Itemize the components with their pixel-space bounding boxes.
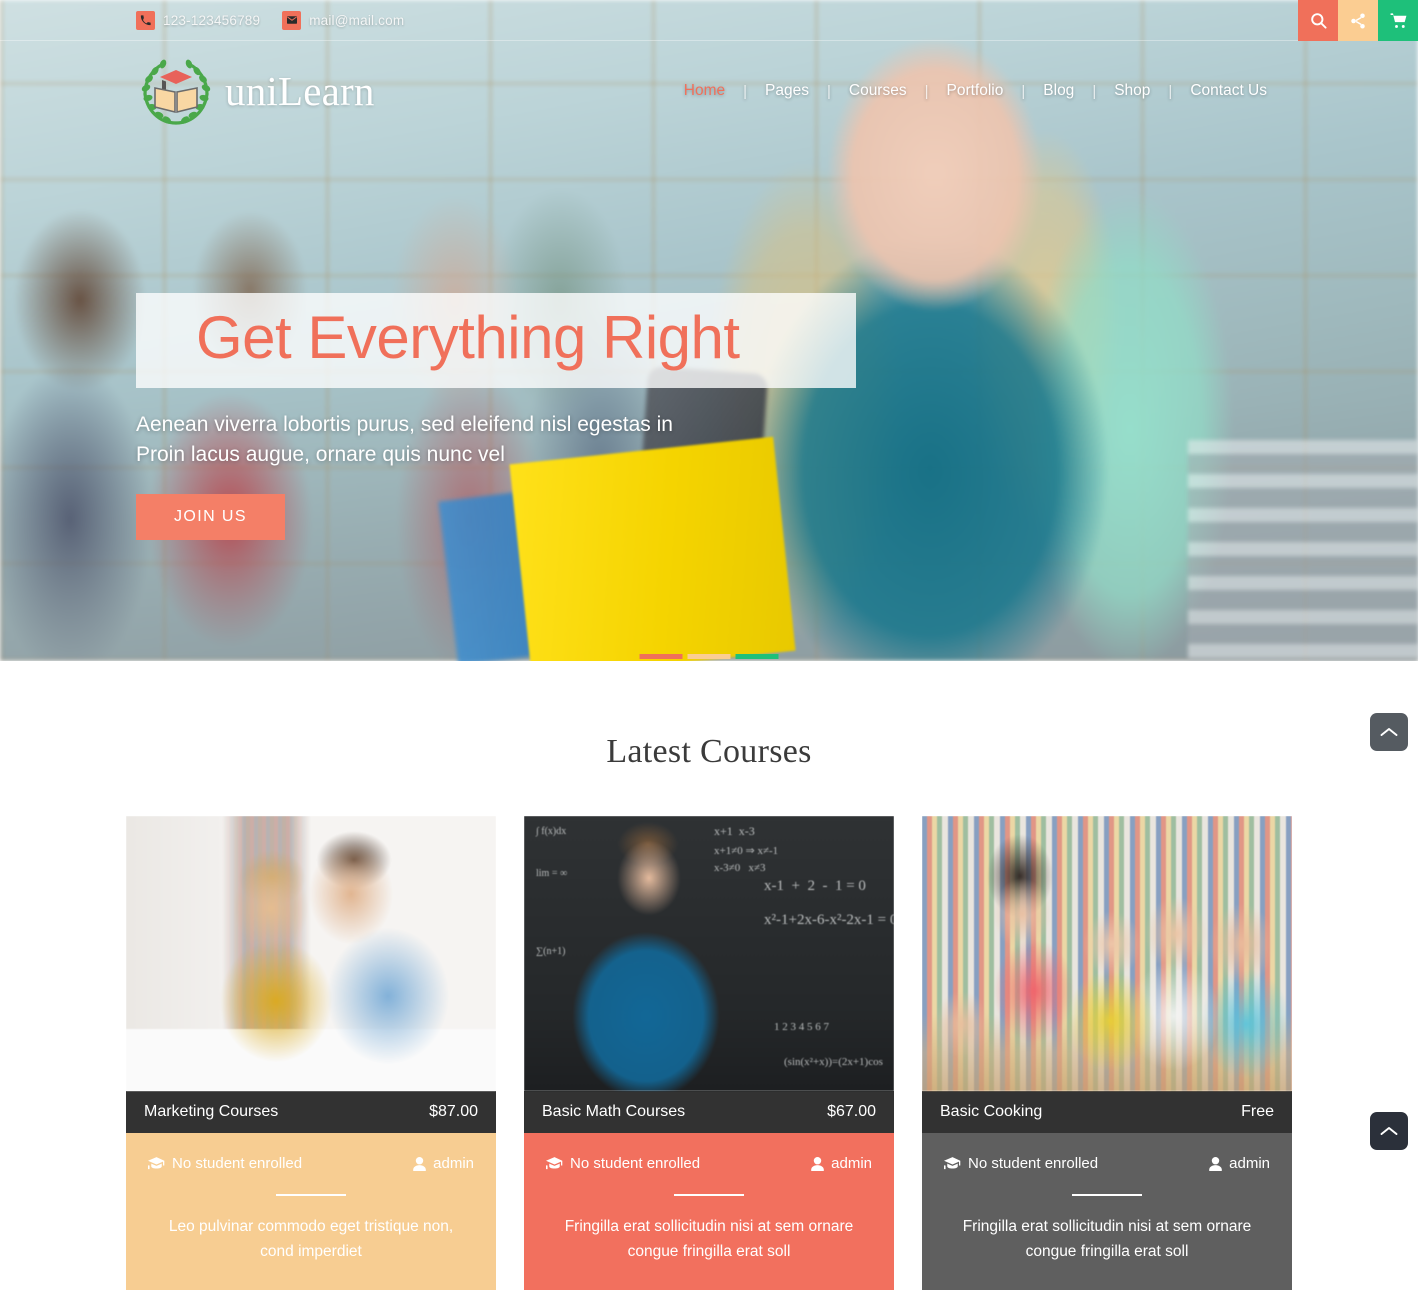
hero-title: Get Everything Right	[196, 304, 740, 371]
course-card-header: Marketing Courses $87.00	[126, 1091, 496, 1133]
user-icon	[1209, 1156, 1222, 1171]
course-card[interactable]: Basic Cooking Free No student enrolled a…	[922, 816, 1292, 1290]
hero-title-box: Get Everything Right	[136, 293, 856, 388]
graduation-cap-icon	[546, 1157, 563, 1170]
chevron-up-icon	[1380, 1127, 1398, 1135]
author-info: admin	[811, 1155, 872, 1172]
author-name: admin	[433, 1155, 474, 1172]
course-title: Basic Math Courses	[542, 1103, 686, 1120]
hero-stairs-decor	[1188, 440, 1418, 661]
cart-button[interactable]	[1378, 0, 1418, 41]
course-price: $87.00	[429, 1103, 478, 1120]
scroll-to-top-button-primary[interactable]	[1370, 713, 1408, 751]
enrolled-text: No student enrolled	[172, 1155, 303, 1172]
course-card[interactable]: Marketing Courses $87.00 No student enro…	[126, 816, 496, 1290]
email-contact[interactable]: mail@mail.com	[282, 10, 405, 30]
user-icon	[413, 1156, 426, 1171]
top-actions	[1298, 0, 1418, 41]
enrolled-info: No student enrolled	[148, 1155, 302, 1172]
phone-icon	[136, 10, 155, 30]
basic-cooking-course-image	[922, 816, 1292, 1091]
divider	[276, 1194, 346, 1196]
phone-contact[interactable]: 123-123456789	[136, 10, 261, 30]
course-card-body: No student enrolled admin Fringilla erat…	[524, 1133, 894, 1290]
hero-caption: Get Everything Right Aenean viverra lobo…	[136, 293, 866, 541]
enrolled-info: No student enrolled	[546, 1155, 700, 1172]
search-icon	[1310, 13, 1327, 29]
graduation-cap-icon	[148, 1157, 165, 1170]
main-navigation-bar: uniLearn Home | Pages | Courses | Portfo…	[0, 41, 1418, 141]
course-card[interactable]: x+1 x-3 x+1≠0 ⇒ x≠-1 x-3≠0 x≠3 x-1 + 2 -…	[524, 816, 894, 1290]
phone-number: 123-123456789	[163, 12, 261, 28]
nav-item-shop[interactable]: Shop	[1096, 82, 1168, 100]
course-description: Leo pulvinar commodo eget tristique non,…	[168, 1218, 454, 1261]
section-title: Latest Courses	[606, 733, 812, 770]
nav-item-pages[interactable]: Pages	[747, 82, 827, 100]
hero-subtitle: Aenean viverra lobortis purus, sed eleif…	[136, 412, 673, 466]
email-address: mail@mail.com	[309, 12, 405, 28]
course-meta: No student enrolled admin	[940, 1155, 1274, 1172]
course-meta: No student enrolled admin	[144, 1155, 478, 1172]
course-card-list: Marketing Courses $87.00 No student enro…	[126, 816, 1292, 1290]
slider-pagination	[639, 654, 779, 659]
graduation-cap-icon	[944, 1157, 961, 1170]
course-title: Basic Cooking	[940, 1103, 1043, 1120]
divider	[1072, 1194, 1142, 1196]
scroll-to-top-button-secondary[interactable]	[1370, 1112, 1408, 1150]
enrolled-text: No student enrolled	[570, 1155, 701, 1172]
course-price: Free	[1241, 1103, 1274, 1120]
nav-menu: Home | Pages | Courses | Portfolio | Blo…	[666, 82, 1285, 100]
marketing-course-image	[126, 816, 496, 1091]
nav-item-blog[interactable]: Blog	[1025, 82, 1092, 100]
course-card-header: Basic Math Courses $67.00	[524, 1091, 894, 1133]
divider	[674, 1194, 744, 1196]
enrolled-text: No student enrolled	[968, 1155, 1099, 1172]
search-button[interactable]	[1298, 0, 1338, 41]
author-info: admin	[413, 1155, 474, 1172]
course-card-header: Basic Cooking Free	[922, 1091, 1292, 1133]
slider-dot-1[interactable]	[639, 654, 683, 659]
latest-courses-section: Latest Courses Marketing Courses $87.00	[0, 661, 1418, 1290]
nav-item-home[interactable]: Home	[666, 82, 743, 100]
chevron-up-icon	[1380, 728, 1398, 736]
author-name: admin	[1229, 1155, 1270, 1172]
brand-name: uniLearn	[225, 68, 375, 114]
course-card-body: No student enrolled admin Fringilla erat…	[922, 1133, 1292, 1290]
nav-item-contact-us[interactable]: Contact Us	[1172, 82, 1285, 100]
course-description: Fringilla erat sollicitudin nisi at sem …	[962, 1218, 1252, 1261]
share-icon	[1351, 13, 1365, 28]
laurel-book-logo-icon	[133, 50, 219, 133]
author-info: admin	[1209, 1155, 1270, 1172]
course-meta: No student enrolled admin	[542, 1155, 876, 1172]
nav-item-portfolio[interactable]: Portfolio	[929, 82, 1022, 100]
user-icon	[811, 1156, 824, 1171]
envelope-icon	[282, 10, 302, 30]
join-us-button[interactable]: JOIN US	[136, 494, 285, 541]
nav-item-courses[interactable]: Courses	[831, 82, 925, 100]
course-price: $67.00	[827, 1103, 876, 1120]
course-card-body: No student enrolled admin Leo pulvinar c…	[126, 1133, 496, 1290]
share-button[interactable]	[1338, 0, 1378, 41]
course-description: Fringilla erat sollicitudin nisi at sem …	[564, 1218, 854, 1261]
course-title: Marketing Courses	[144, 1103, 279, 1120]
top-contact-bar: 123-123456789 mail@mail.com	[0, 0, 1418, 41]
hero-section: 123-123456789 mail@mail.com uniLearn Hom…	[0, 0, 1418, 661]
enrolled-info: No student enrolled	[944, 1155, 1098, 1172]
slider-dot-3[interactable]	[735, 654, 779, 659]
basic-math-course-image: x+1 x-3 x+1≠0 ⇒ x≠-1 x-3≠0 x≠3 x-1 + 2 -…	[524, 816, 894, 1091]
brand-logo[interactable]: uniLearn	[133, 50, 375, 133]
slider-dot-2[interactable]	[687, 654, 731, 659]
author-name: admin	[831, 1155, 872, 1172]
cart-icon	[1390, 13, 1406, 28]
